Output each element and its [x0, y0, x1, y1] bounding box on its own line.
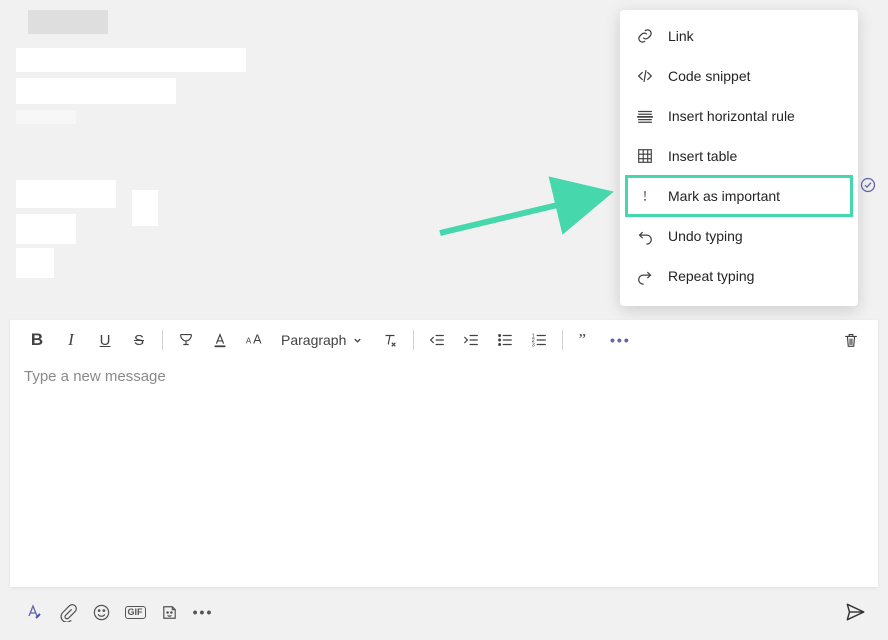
menu-item-label: Insert horizontal rule — [668, 108, 795, 124]
more-label: ••• — [193, 604, 214, 620]
menu-item-code-snippet[interactable]: Code snippet — [620, 56, 858, 96]
more-format-button[interactable]: ••• — [603, 323, 637, 357]
svg-text:”: ” — [579, 331, 586, 349]
indent-button[interactable] — [454, 323, 488, 357]
menu-item-label: Insert table — [668, 148, 737, 164]
message-composer: B I U S AA Paragraph 123 — [10, 320, 878, 587]
format-more-menu: Link Code snippet Insert horizontal rule… — [620, 10, 858, 306]
message-input[interactable]: Type a new message — [10, 360, 878, 560]
menu-item-link[interactable]: Link — [620, 16, 858, 56]
menu-item-label: Code snippet — [668, 68, 751, 84]
gif-button[interactable]: GIF — [118, 595, 152, 629]
font-color-button[interactable] — [203, 323, 237, 357]
underline-button[interactable]: U — [88, 323, 122, 357]
menu-item-insert-table[interactable]: Insert table — [620, 136, 858, 176]
gif-label: GIF — [125, 606, 146, 619]
toolbar-separator — [562, 330, 563, 350]
read-receipt-icon — [860, 177, 876, 193]
important-icon — [636, 187, 654, 205]
format-toolbar: B I U S AA Paragraph 123 — [10, 320, 878, 360]
annotation-arrow — [430, 175, 630, 245]
clear-formatting-button[interactable] — [373, 323, 407, 357]
toolbar-separator — [413, 330, 414, 350]
table-icon — [636, 147, 654, 165]
menu-item-horizontal-rule[interactable]: Insert horizontal rule — [620, 96, 858, 136]
compose-action-bar: GIF ••• — [10, 594, 878, 630]
link-icon — [636, 27, 654, 45]
sticker-button[interactable] — [152, 595, 186, 629]
menu-item-undo-typing[interactable]: Undo typing — [620, 216, 858, 256]
emoji-button[interactable] — [84, 595, 118, 629]
toolbar-separator — [162, 330, 163, 350]
send-button[interactable] — [838, 595, 872, 629]
svg-text:3: 3 — [532, 342, 535, 348]
svg-text:A: A — [246, 337, 252, 346]
paragraph-style-dropdown[interactable]: Paragraph — [271, 332, 373, 348]
code-icon — [636, 67, 654, 85]
undo-icon — [636, 227, 654, 245]
more-label: ••• — [610, 332, 631, 348]
bullet-list-button[interactable] — [488, 323, 522, 357]
more-actions-button[interactable]: ••• — [186, 595, 220, 629]
italic-button[interactable]: I — [54, 323, 88, 357]
highlight-button[interactable] — [169, 323, 203, 357]
menu-item-label: Link — [668, 28, 694, 44]
horizontal-rule-icon — [636, 107, 654, 125]
menu-item-repeat-typing[interactable]: Repeat typing — [620, 256, 858, 296]
delete-button[interactable] — [834, 323, 868, 357]
menu-item-mark-important[interactable]: Mark as important — [626, 176, 852, 216]
menu-item-label: Mark as important — [668, 188, 780, 204]
attach-button[interactable] — [50, 595, 84, 629]
font-size-button[interactable]: AA — [237, 323, 271, 357]
menu-item-label: Repeat typing — [668, 268, 754, 284]
svg-text:A: A — [253, 333, 262, 347]
menu-item-label: Undo typing — [668, 228, 743, 244]
chevron-down-icon — [352, 335, 363, 346]
quote-button[interactable]: ” — [569, 323, 603, 357]
outdent-button[interactable] — [420, 323, 454, 357]
redo-icon — [636, 267, 654, 285]
format-toggle-button[interactable] — [16, 595, 50, 629]
numbered-list-button[interactable]: 123 — [522, 323, 556, 357]
paragraph-label: Paragraph — [281, 332, 346, 348]
strikethrough-button[interactable]: S — [122, 323, 156, 357]
bold-button[interactable]: B — [20, 323, 54, 357]
redacted-background — [0, 0, 300, 300]
